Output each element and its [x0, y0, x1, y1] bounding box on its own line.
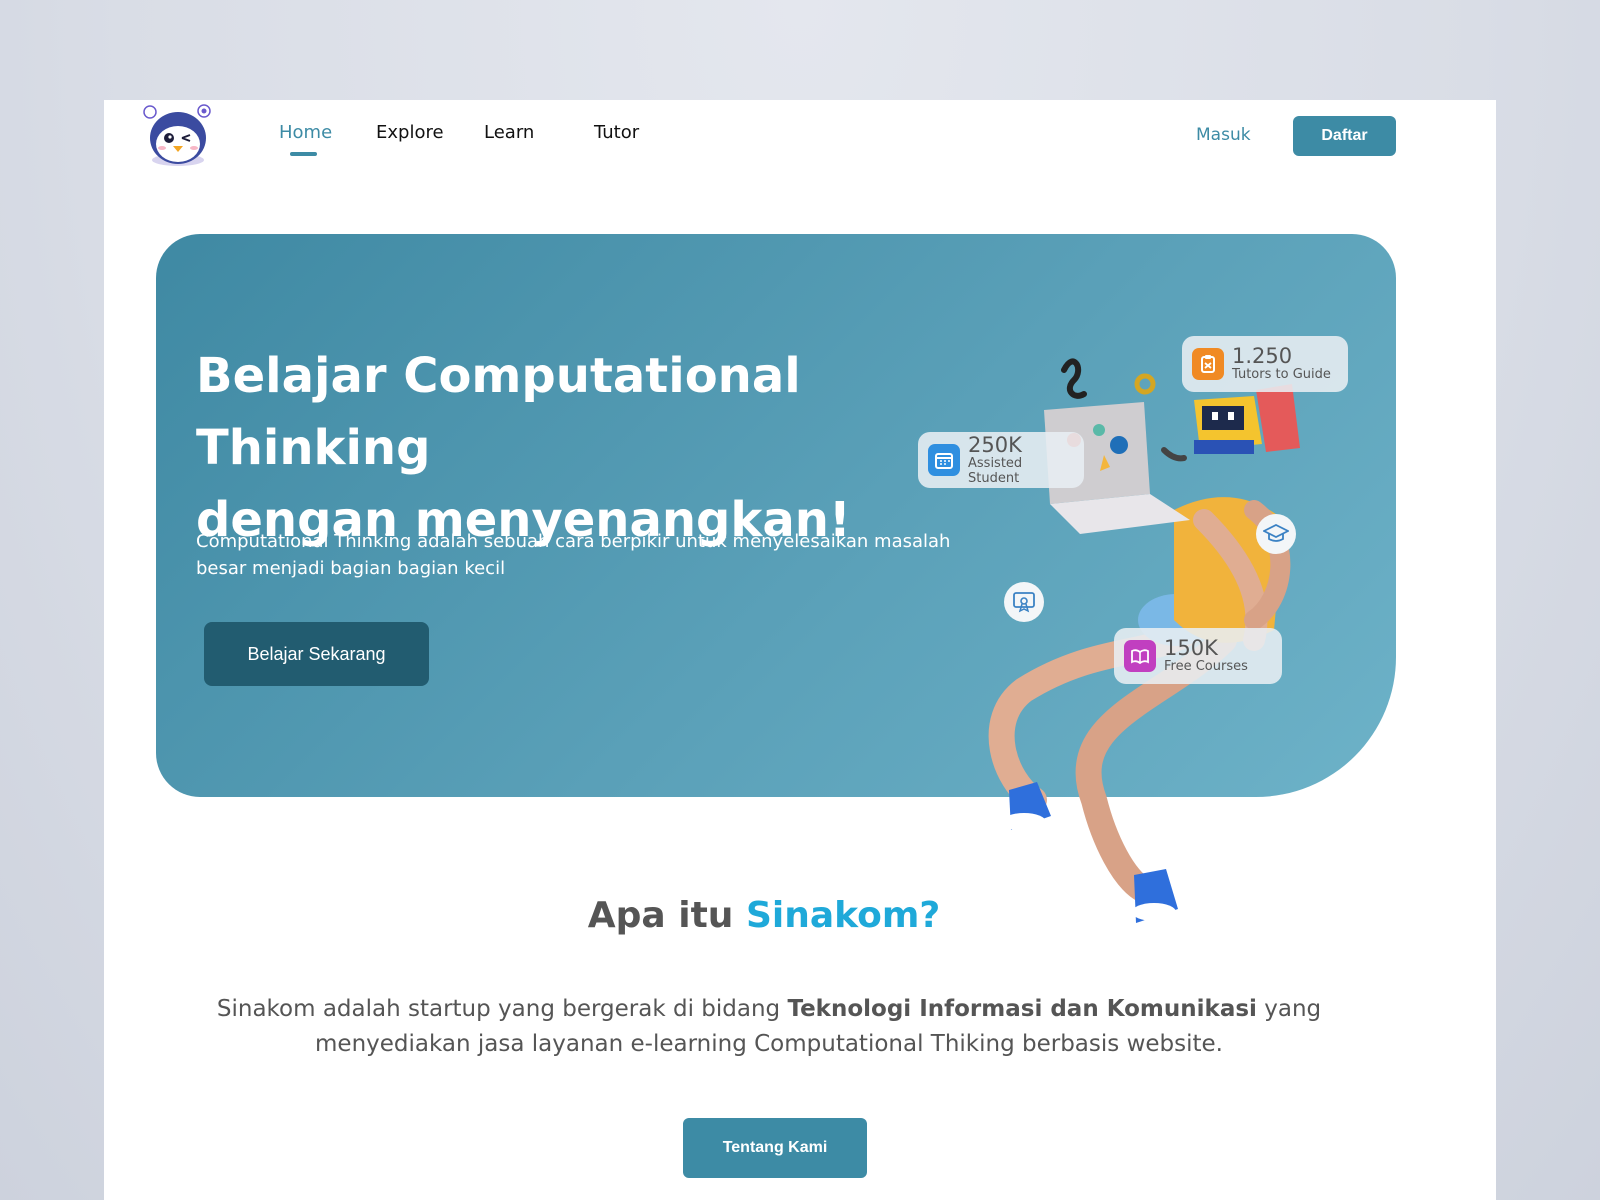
- nav-link-tutor[interactable]: Tutor: [594, 122, 639, 143]
- stat-label: Assisted Student: [968, 455, 1023, 486]
- about-desc-bold: Teknologi Informasi dan Komunikasi: [787, 996, 1257, 1022]
- stat-card-students: 250K Assisted Student: [918, 432, 1084, 488]
- stat-card-courses: 150K Free Courses: [1114, 628, 1282, 684]
- clipboard-icon: [1192, 348, 1224, 380]
- nav-active-indicator: [290, 152, 317, 156]
- hero-description: Computational Thinking adalah sebuah car…: [196, 531, 951, 579]
- penguin-logo[interactable]: [142, 102, 216, 168]
- register-button[interactable]: Daftar: [1293, 116, 1396, 156]
- stat-label: Free Courses: [1164, 659, 1248, 674]
- start-learning-button[interactable]: Belajar Sekarang: [204, 622, 429, 686]
- about-title: Apa itu Sinakom?: [104, 895, 1424, 936]
- about-title-accent: Sinakom?: [745, 895, 941, 936]
- book-icon: [1124, 640, 1156, 672]
- about-desc-text: Sinakom adalah startup yang bergerak di …: [216, 996, 788, 1022]
- stat-value: 250K: [968, 432, 1022, 457]
- certificate-icon: [1004, 582, 1044, 622]
- graduation-cap-icon: [1256, 514, 1296, 554]
- stat-value: 1.250: [1232, 344, 1293, 368]
- about-description: Sinakom adalah startup yang bergerak di …: [214, 992, 1324, 1062]
- landing-page: Home Explore Learn Tutor Masuk Daftar Be…: [104, 100, 1496, 1200]
- calendar-icon: [928, 444, 960, 476]
- login-link[interactable]: Masuk: [1196, 125, 1251, 145]
- nav-link-home[interactable]: Home: [279, 122, 332, 143]
- nav-link-learn[interactable]: Learn: [484, 122, 534, 143]
- nav-link-explore[interactable]: Explore: [376, 122, 444, 143]
- about-title-prefix: Apa itu: [587, 895, 746, 936]
- stat-card-tutors: 1.250 Tutors to Guide: [1182, 336, 1348, 392]
- stat-label: Tutors to Guide: [1232, 367, 1331, 382]
- about-us-button[interactable]: Tentang Kami: [683, 1118, 867, 1178]
- stat-value: 150K: [1164, 636, 1218, 660]
